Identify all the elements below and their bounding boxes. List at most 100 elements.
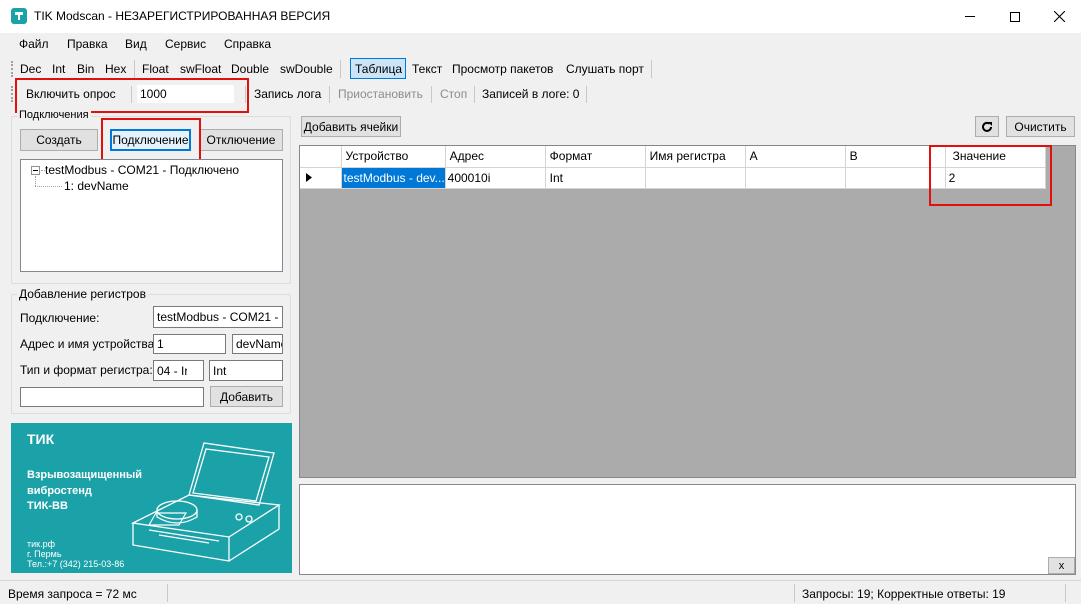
refresh-icon [982,121,992,132]
view-listen-port[interactable]: Слушать порт [566,62,644,76]
format-float[interactable]: Float [142,62,169,76]
toolbar-separator [329,86,330,103]
row-selector[interactable] [300,167,342,189]
ad-line3: ТИК-ВВ [27,500,68,512]
connection-select[interactable]: testModbus - COM21 - [153,306,283,328]
format-hex[interactable]: Hex [105,62,126,76]
log-record-button[interactable]: Запись лога [254,87,321,101]
menu-bar: Файл Правка Вид Сервис Справка [0,33,1081,55]
toolbar-separator [134,60,135,78]
maximize-button[interactable] [993,0,1037,33]
toolbar-separator [651,60,652,78]
column-header[interactable]: B [845,146,946,168]
window-title: TIK Modscan - НЕЗАРЕГИСТРИРОВАННАЯ ВЕРСИ… [34,9,331,23]
poll-toolbar: Включить опрос 1000 Запись лога Приостан… [0,81,1081,107]
cell-register-name[interactable] [645,167,746,189]
stop-button[interactable]: Стоп [440,87,467,101]
vibrostand-image [130,442,281,562]
menu-help[interactable]: Справка [224,37,271,51]
address-label: Адрес и имя устройства: [20,337,158,351]
toolbar-grip [11,86,14,102]
toolbar-grip [11,61,14,77]
registers-grid[interactable]: Устройство Адрес Формат Имя регистра A B… [299,145,1076,478]
log-count: Записей в логе: 0 [482,87,580,101]
log-area[interactable] [299,484,1076,575]
format-int[interactable]: Int [52,62,65,76]
tree-item-device[interactable]: 1: devName [64,179,129,193]
type-format-label: Тип и формат регистра: [20,363,153,377]
refresh-button[interactable] [975,116,999,137]
add-register-button[interactable]: Добавить [210,386,283,407]
ad-banner[interactable]: ТИК Взрывозащищенный вибростенд ТИК-ВВ т… [11,423,292,573]
menu-file[interactable]: Файл [19,37,49,51]
device-address-input[interactable]: 1 [153,334,226,354]
column-header[interactable]: Формат [545,146,646,168]
format-swdouble[interactable]: swDouble [280,62,333,76]
menu-view[interactable]: Вид [125,37,147,51]
register-format-select[interactable]: Int [209,360,283,381]
menu-edit[interactable]: Правка [67,37,108,51]
ad-line2: вибростенд [27,485,92,497]
toolbar-separator [131,86,132,103]
ad-logo: ТИК [27,431,55,447]
format-swfloat[interactable]: swFloat [180,62,221,76]
clear-button[interactable]: Очистить [1006,116,1075,137]
format-double[interactable]: Double [231,62,269,76]
ad-city: г. Пермь [27,549,62,559]
add-cells-button[interactable]: Добавить ячейки [301,116,401,137]
column-header[interactable]: A [745,146,846,168]
registers-table: Устройство Адрес Формат Имя регистра A B… [300,146,1046,189]
connection-tree[interactable]: testModbus - COM21 - Подключено 1: devNa… [20,159,283,272]
row-header-corner [300,146,342,168]
cell-device[interactable]: testModbus - dev... [341,167,446,189]
toolbar-separator [431,86,432,103]
create-connection-button[interactable]: Создать [20,129,98,151]
view-table-label: Таблица [355,62,403,76]
column-header[interactable]: Значение [945,146,1046,168]
row-pointer-icon [306,172,312,182]
cell-value[interactable]: 2 [945,167,1046,189]
tree-expand-icon[interactable] [31,166,40,175]
app-icon [11,8,27,24]
format-bin[interactable]: Bin [77,62,94,76]
minimize-icon [965,16,975,17]
connect-button[interactable]: Подключение [110,129,191,151]
poll-interval-input[interactable]: 1000 [136,84,235,104]
column-header[interactable]: Адрес [445,146,546,168]
close-button[interactable] [1037,0,1081,33]
minimize-button[interactable] [947,0,993,33]
tree-item-connection[interactable]: testModbus - COM21 - Подключено [45,163,239,177]
toolbar-separator [474,86,475,103]
device-name-input[interactable]: devName [232,334,283,354]
register-name-input[interactable] [20,387,204,407]
status-bar: Время запроса = 72 мс Запросы: 19; Корре… [0,580,1081,604]
format-toolbar: Dec Int Bin Hex Float swFloat Double swD… [0,56,1081,81]
request-stats: Запросы: 19; Корректные ответы: 19 [802,587,1006,601]
format-dec[interactable]: Dec [20,62,41,76]
column-header[interactable]: Имя регистра [645,146,746,168]
toolbar-separator [340,60,341,78]
request-time: Время запроса = 72 мс [8,587,137,601]
toolbar-separator [245,86,246,103]
close-icon [1053,11,1065,22]
cell-a[interactable] [745,167,846,189]
table-row[interactable]: testModbus - dev... 400010i Int 2 [300,167,1046,189]
disconnect-button[interactable]: Отключение [199,129,283,151]
ad-phone: Тел.:+7 (342) 215-03-86 [27,559,125,569]
maximize-icon [1010,11,1020,22]
pause-button[interactable]: Приостановить [338,87,423,101]
menu-service[interactable]: Сервис [165,37,206,51]
register-type-select[interactable]: 04 - Ir [153,360,204,381]
log-close-button[interactable]: x [1048,557,1075,574]
connections-title: Подключения [17,109,91,121]
cell-format[interactable]: Int [545,167,646,189]
toolbar-separator [586,86,587,103]
ad-line1: Взрывозащищенный [27,469,143,481]
cell-b[interactable] [845,167,946,189]
cell-address[interactable]: 400010i [445,167,546,189]
enable-polling-button[interactable]: Включить опрос [26,87,116,101]
column-header[interactable]: Устройство [341,146,446,168]
view-packets[interactable]: Просмотр пакетов [452,62,553,76]
view-text[interactable]: Текст [412,62,442,76]
ad-site: тик.рф [27,539,55,549]
